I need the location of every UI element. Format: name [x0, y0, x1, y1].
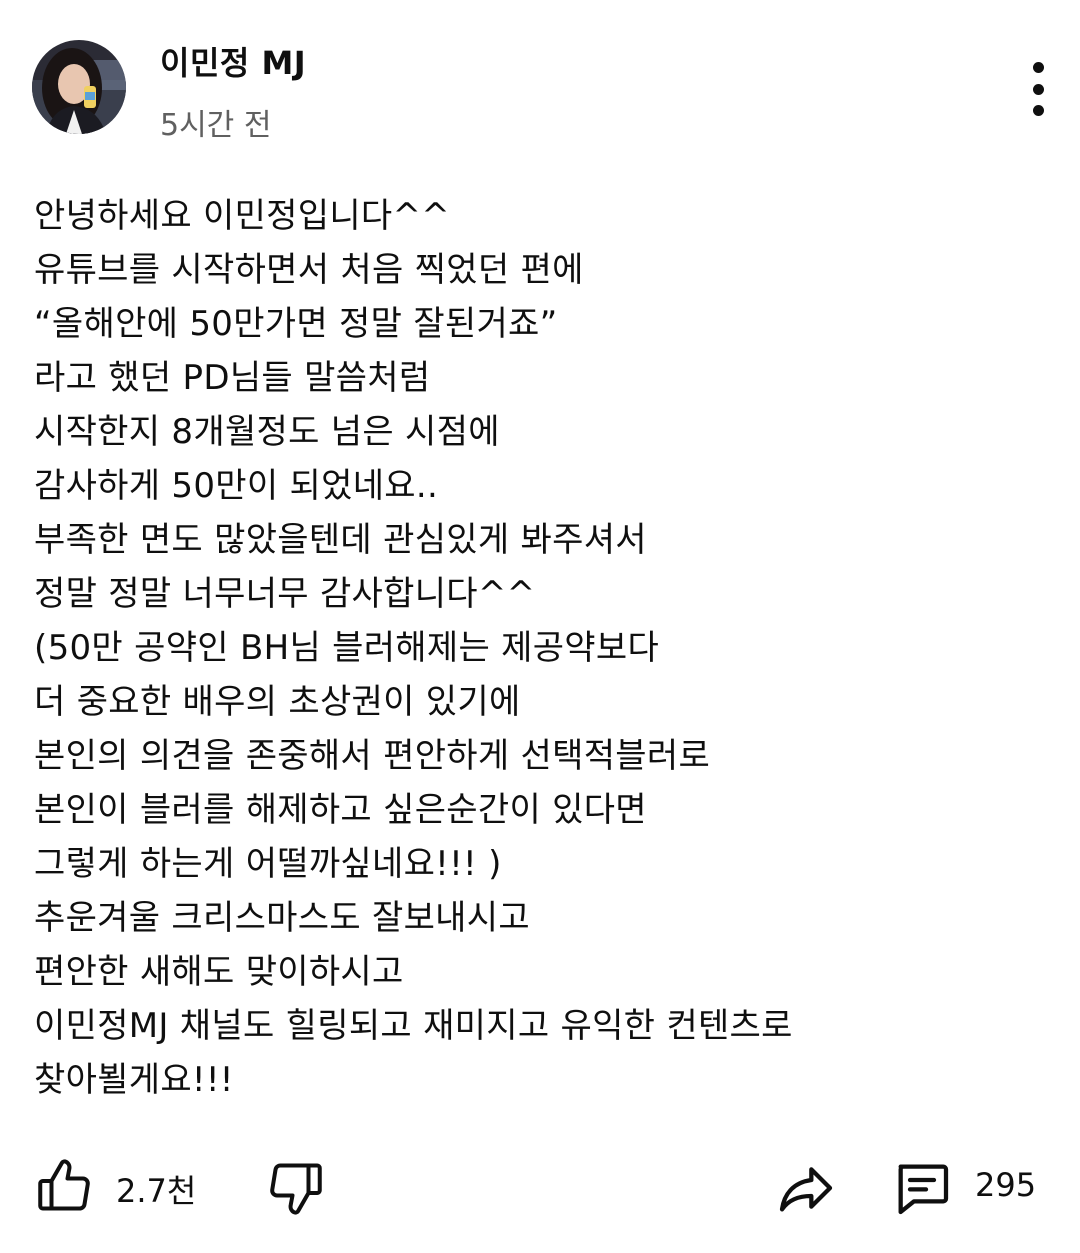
avatar-photo — [32, 40, 126, 134]
post-line: 정말 정말 너무너무 감사합니다^^ — [34, 574, 536, 614]
share-icon[interactable] — [774, 1156, 838, 1220]
avatar[interactable] — [32, 40, 126, 134]
post-line: 본인이 블러를 해제하고 싶은순간이 있다면 — [34, 790, 647, 830]
post-line: 감사하게 50만이 되었네요.. — [34, 466, 439, 506]
post-line: 부족한 면도 많았을텐데 관심있게 봐주셔서 — [34, 520, 647, 560]
like-count: 2.7천 — [116, 1172, 197, 1210]
post-line: 더 중요한 배우의 초상권이 있기에 — [34, 682, 521, 722]
dot — [1032, 83, 1044, 95]
post-line: 본인의 의견을 존중해서 편안하게 선택적블러로 — [34, 736, 711, 776]
comment-count[interactable]: 295 — [975, 1166, 1036, 1204]
dot — [1032, 105, 1044, 116]
thumb-up-icon[interactable] — [34, 1156, 94, 1216]
post-line: “올해안에 50만가면 정말 잘된거죠” — [34, 304, 558, 344]
thumb-down-icon[interactable] — [266, 1158, 326, 1218]
post-line: 이민정MJ 채널도 힐링되고 재미지고 유익한 컨텐츠로 — [34, 1006, 793, 1046]
post-line: 시작한지 8개월정도 넘은 시점에 — [34, 412, 500, 452]
post-line: 안녕하세요 이민정입니다^^ — [34, 196, 451, 236]
comment-icon[interactable] — [890, 1156, 954, 1220]
author-name[interactable]: 이민정 MJ — [160, 38, 306, 84]
dot — [1032, 62, 1044, 73]
more-options-icon[interactable] — [1014, 62, 1062, 116]
post-line: 유튜브를 시작하면서 처음 찍었던 편에 — [34, 250, 584, 290]
post-line: 추운겨울 크리스마스도 잘보내시고 — [34, 898, 530, 938]
post-line: 편안한 새해도 맞이하시고 — [34, 952, 404, 992]
post-header: 이민정 MJ 5시간 전 — [0, 0, 1080, 150]
post-timestamp: 5시간 전 — [160, 108, 272, 143]
post-body: 안녕하세요 이민정입니다^^ 유튜브를 시작하면서 처음 찍었던 편에 “올해안… — [34, 189, 1044, 1107]
post-line: (50만 공약인 BH님 블러해제는 제공약보다 — [34, 628, 660, 668]
post-line: 그렇게 하는게 어떨까싶네요!!! ) — [34, 844, 502, 884]
post-line: 찾아뵐게요!!! — [34, 1060, 234, 1100]
post-line: 라고 했던 PD님들 말씀처럼 — [34, 358, 431, 398]
action-bar: 2.7천 295 — [0, 1150, 1080, 1230]
